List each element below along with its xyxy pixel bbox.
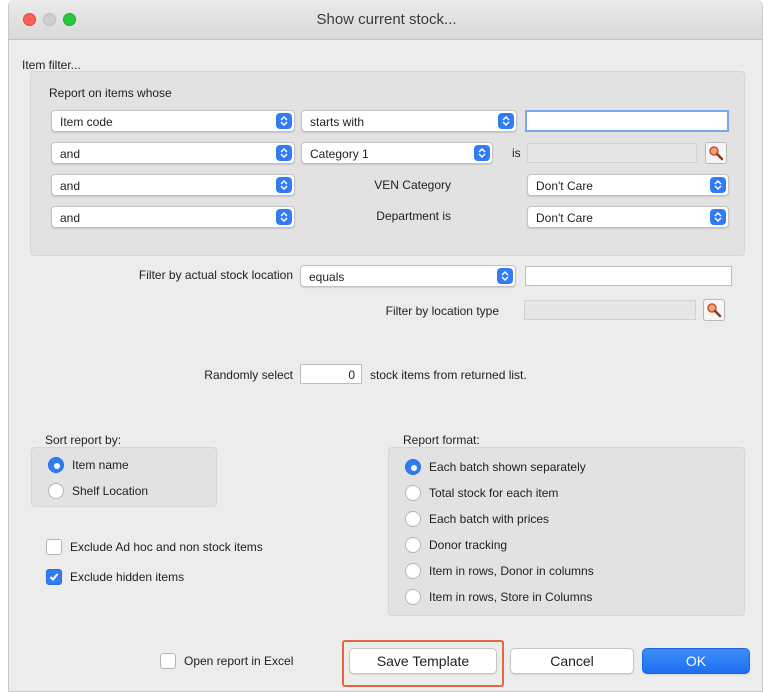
radio-unselected[interactable] bbox=[405, 563, 421, 579]
sort-group: Item name Shelf Location bbox=[31, 447, 217, 507]
category-value-field bbox=[527, 143, 697, 163]
category-field-value: Category 1 bbox=[310, 147, 369, 161]
item-value-input[interactable] bbox=[525, 110, 729, 132]
radio-unselected[interactable] bbox=[405, 485, 421, 501]
conjunction-value-1: and bbox=[60, 147, 81, 161]
ok-button[interactable]: OK bbox=[642, 648, 750, 674]
checkmark-icon bbox=[49, 573, 59, 581]
format-option-each-batch[interactable]: Each batch shown separately bbox=[405, 458, 725, 476]
report-format-group: Each batch shown separately Total stock … bbox=[388, 447, 745, 616]
chevron-updown-icon bbox=[276, 177, 292, 193]
exclude-adhoc-checkbox-row[interactable]: Exclude Ad hoc and non stock items bbox=[46, 538, 326, 556]
chevron-updown-icon bbox=[276, 209, 292, 225]
sort-option-label: Shelf Location bbox=[72, 484, 149, 498]
format-option-label: Each batch shown separately bbox=[429, 460, 586, 474]
format-option-donor-columns[interactable]: Item in rows, Donor in columns bbox=[405, 562, 725, 580]
sort-title: Sort report by: bbox=[45, 433, 122, 447]
magnifier-icon bbox=[707, 303, 722, 318]
chevron-updown-icon bbox=[276, 145, 292, 161]
item-operator-value: starts with bbox=[310, 115, 365, 129]
open-excel-checkbox[interactable] bbox=[160, 653, 176, 669]
show-current-stock-dialog: Show current stock... Item filter... Rep… bbox=[8, 0, 763, 692]
item-field-value: Item code bbox=[60, 115, 113, 129]
radio-selected[interactable] bbox=[405, 459, 421, 475]
format-option-store-columns[interactable]: Item in rows, Store in Columns bbox=[405, 588, 725, 606]
location-operator-popup[interactable]: equals bbox=[300, 265, 516, 287]
item-filter-group: Report on items whose Item code starts w… bbox=[30, 71, 745, 256]
radio-selected[interactable] bbox=[48, 457, 64, 473]
chevron-updown-icon bbox=[276, 113, 292, 129]
is-label: is bbox=[512, 146, 521, 160]
location-value-input[interactable] bbox=[525, 266, 732, 286]
location-type-label: Filter by location type bbox=[385, 304, 499, 318]
location-operator-value: equals bbox=[309, 270, 345, 284]
chevron-updown-icon bbox=[710, 209, 726, 225]
window-title: Show current stock... bbox=[316, 11, 457, 28]
format-option-total-stock[interactable]: Total stock for each item bbox=[405, 484, 725, 502]
conjunction-popup-1[interactable]: and bbox=[51, 142, 295, 164]
random-count-value: 0 bbox=[348, 368, 355, 382]
item-filter-title: Item filter... bbox=[22, 58, 81, 72]
format-option-batch-prices[interactable]: Each batch with prices bbox=[405, 510, 725, 528]
exclude-hidden-checkbox-row[interactable]: Exclude hidden items bbox=[46, 568, 246, 586]
magnifier-icon bbox=[709, 146, 724, 161]
open-excel-label: Open report in Excel bbox=[184, 654, 294, 668]
format-option-label: Each batch with prices bbox=[429, 512, 550, 526]
report-on-label: Report on items whose bbox=[49, 86, 172, 100]
sort-option-label: Item name bbox=[72, 458, 129, 472]
format-option-label: Item in rows, Store in Columns bbox=[429, 590, 593, 604]
format-option-label: Item in rows, Donor in columns bbox=[429, 564, 594, 578]
location-type-field bbox=[524, 300, 696, 320]
radio-unselected[interactable] bbox=[405, 537, 421, 553]
format-option-label: Donor tracking bbox=[429, 538, 508, 552]
exclude-adhoc-checkbox[interactable] bbox=[46, 539, 62, 555]
exclude-hidden-label: Exclude hidden items bbox=[70, 570, 185, 584]
department-popup[interactable]: Don't Care bbox=[527, 206, 729, 228]
ven-category-label: VEN Category bbox=[374, 178, 451, 192]
format-option-donor-tracking[interactable]: Donor tracking bbox=[405, 536, 725, 554]
sort-option-item-name[interactable]: Item name bbox=[48, 456, 208, 474]
ven-category-value: Don't Care bbox=[536, 179, 593, 193]
random-select-suffix: stock items from returned list. bbox=[370, 368, 527, 382]
chevron-updown-icon bbox=[710, 177, 726, 193]
report-format-title: Report format: bbox=[403, 433, 480, 447]
open-excel-checkbox-row[interactable]: Open report in Excel bbox=[160, 652, 360, 670]
chevron-updown-icon bbox=[498, 113, 514, 129]
chevron-updown-icon bbox=[497, 268, 513, 284]
conjunction-value-3: and bbox=[60, 211, 81, 225]
random-count-input[interactable]: 0 bbox=[300, 364, 362, 384]
sort-option-shelf-location[interactable]: Shelf Location bbox=[48, 482, 208, 500]
conjunction-value-2: and bbox=[60, 179, 81, 193]
radio-unselected[interactable] bbox=[405, 589, 421, 605]
category-field-popup[interactable]: Category 1 bbox=[301, 142, 493, 164]
category-lookup-button[interactable] bbox=[705, 142, 727, 164]
department-label: Department is bbox=[376, 209, 451, 223]
exclude-hidden-checkbox[interactable] bbox=[46, 569, 62, 585]
ven-category-popup[interactable]: Don't Care bbox=[527, 174, 729, 196]
chevron-updown-icon bbox=[474, 145, 490, 161]
item-operator-popup[interactable]: starts with bbox=[301, 110, 517, 132]
conjunction-popup-2[interactable]: and bbox=[51, 174, 295, 196]
save-template-button[interactable]: Save Template bbox=[349, 648, 497, 674]
location-type-lookup-button[interactable] bbox=[703, 299, 725, 321]
conjunction-popup-3[interactable]: and bbox=[51, 206, 295, 228]
radio-unselected[interactable] bbox=[48, 483, 64, 499]
title-bar: Show current stock... bbox=[9, 0, 762, 40]
exclude-adhoc-label: Exclude Ad hoc and non stock items bbox=[70, 540, 263, 554]
radio-unselected[interactable] bbox=[405, 511, 421, 527]
location-filter-label: Filter by actual stock location bbox=[138, 268, 293, 282]
format-option-label: Total stock for each item bbox=[429, 486, 559, 500]
department-value: Don't Care bbox=[536, 211, 593, 225]
random-select-label: Randomly select bbox=[204, 368, 293, 382]
item-field-popup[interactable]: Item code bbox=[51, 110, 295, 132]
cancel-button[interactable]: Cancel bbox=[510, 648, 634, 674]
